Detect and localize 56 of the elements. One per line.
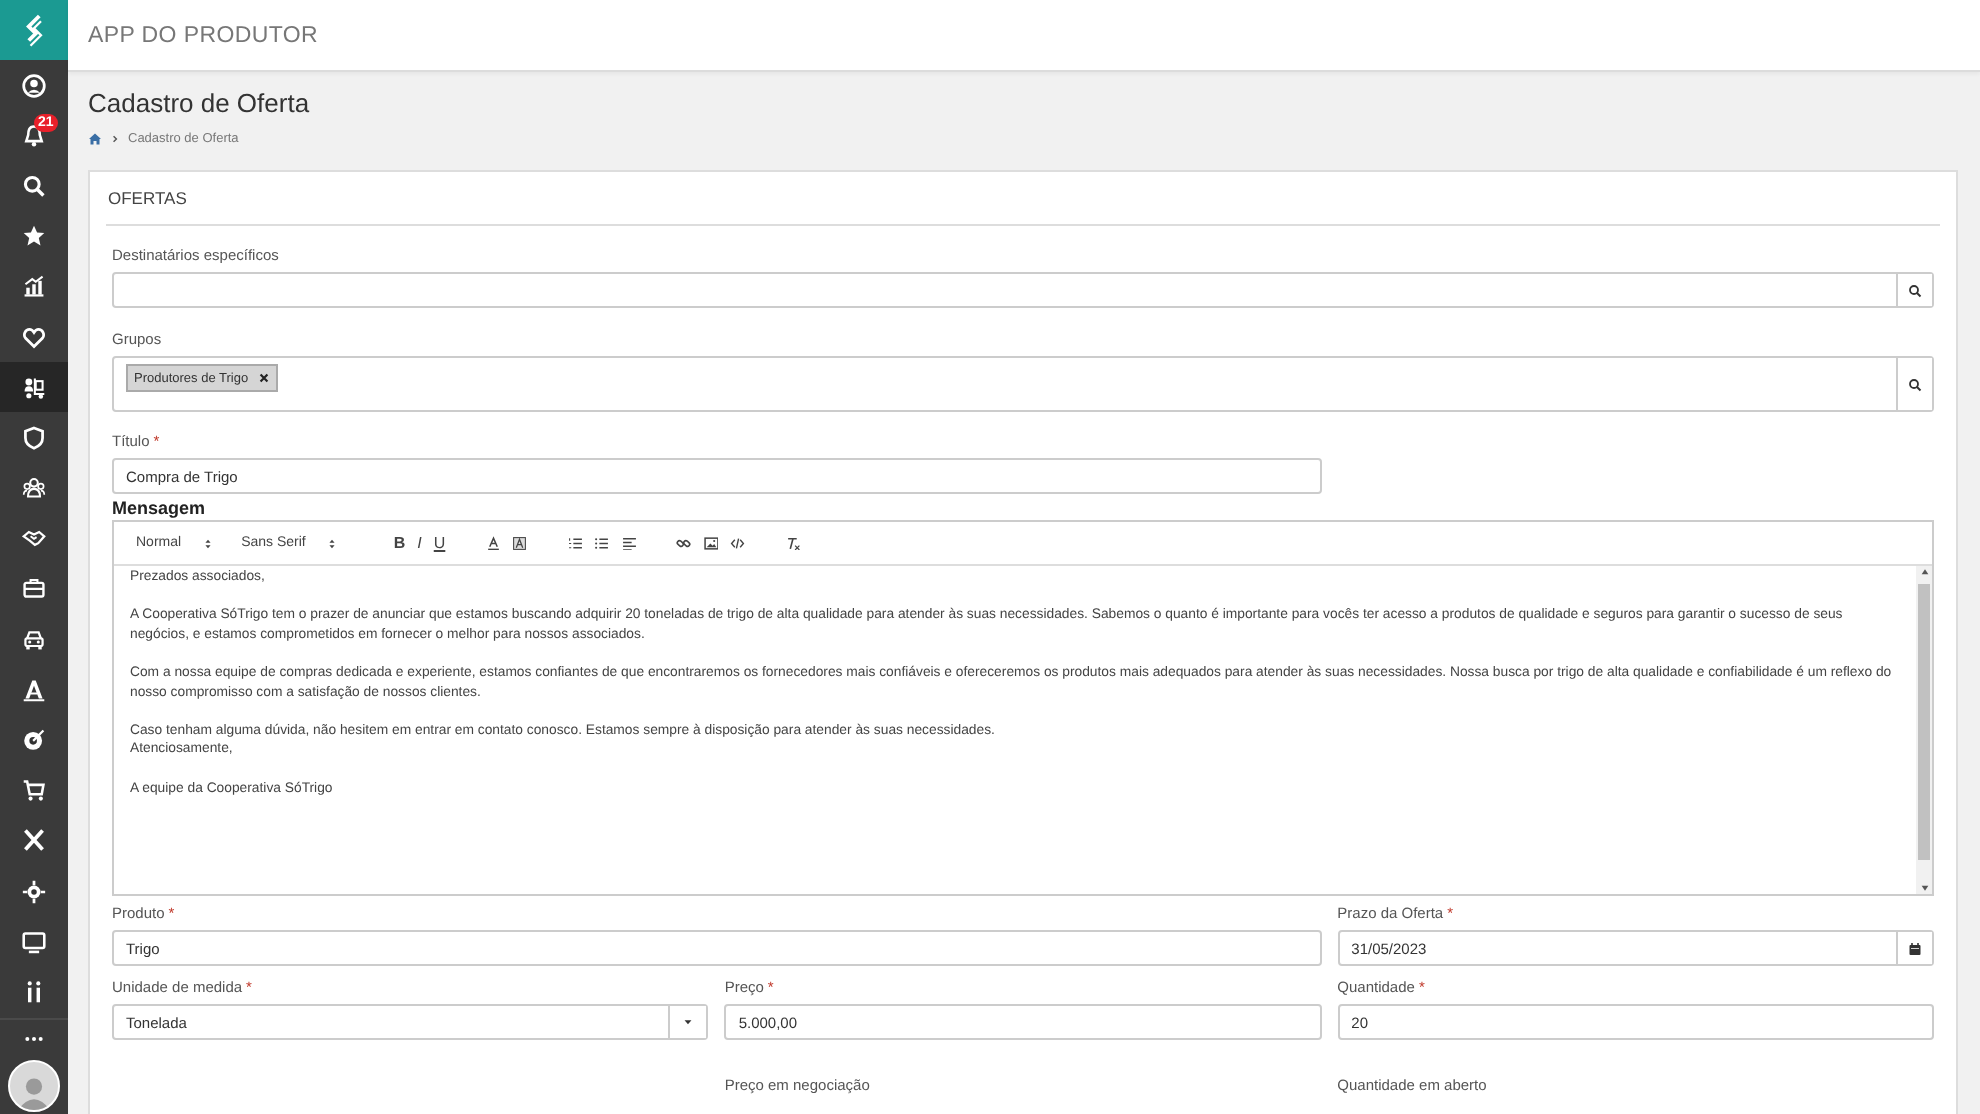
star-icon [22, 224, 46, 249]
search-button[interactable] [1896, 358, 1932, 410]
card-title: OFERTAS [108, 188, 187, 208]
shield-icon [22, 425, 46, 450]
underline-button[interactable]: U [427, 529, 452, 557]
briefcase-icon [22, 576, 46, 601]
home-icon [88, 132, 102, 146]
bell-icon [22, 123, 46, 148]
target-icon [22, 728, 46, 752]
align-icon [621, 535, 637, 551]
chevron-icon [110, 134, 120, 144]
italic-button[interactable]: I [411, 529, 428, 557]
bullet-list-icon [594, 535, 610, 551]
calendar-icon [1908, 941, 1922, 955]
car-icon [22, 627, 46, 652]
scroll-up-icon [1919, 566, 1929, 576]
app-title: APP DO PRODUTOR [88, 23, 319, 47]
cart-icon [22, 778, 46, 803]
chart-icon [22, 274, 46, 299]
color-icon [485, 535, 501, 551]
cross-icon [22, 828, 46, 853]
user-icon [22, 73, 46, 98]
caret-icon [682, 1016, 695, 1028]
avatar[interactable] [8, 1059, 60, 1112]
search-button[interactable] [1896, 274, 1932, 306]
search-icon [1908, 283, 1922, 297]
monitor-icon [22, 929, 46, 954]
crosshair-icon [22, 879, 46, 904]
nav-button[interactable] [0, 362, 68, 413]
background-icon [512, 535, 528, 551]
bars-icon [22, 979, 46, 1004]
calendar-button[interactable] [1896, 932, 1932, 964]
link-icon [676, 535, 692, 551]
dolly-icon [22, 375, 46, 400]
bold-button[interactable]: B [387, 529, 412, 557]
recipients-field[interactable] [112, 272, 1934, 308]
field-label: Mensagem [112, 498, 208, 518]
page-title: Cadastro de Oferta [88, 88, 312, 120]
image-icon [703, 535, 719, 551]
scroll-down-icon [1919, 884, 1929, 894]
search-icon [1908, 377, 1922, 391]
code-icon [730, 535, 746, 551]
remove-button[interactable] [258, 372, 271, 384]
search-icon [22, 173, 46, 198]
more-icon [22, 1033, 46, 1044]
clean-icon [785, 535, 801, 551]
ordered-list-icon [567, 535, 583, 551]
home-link[interactable] [88, 132, 102, 146]
sort-arrows-icon [325, 537, 338, 549]
handshake-icon [22, 526, 46, 551]
close-icon [258, 372, 271, 384]
triangle-icon [22, 677, 46, 702]
scrollbar[interactable] [1916, 566, 1932, 894]
group-icon [22, 476, 46, 501]
sort-arrows-icon [201, 537, 214, 549]
heart-icon [22, 325, 46, 349]
